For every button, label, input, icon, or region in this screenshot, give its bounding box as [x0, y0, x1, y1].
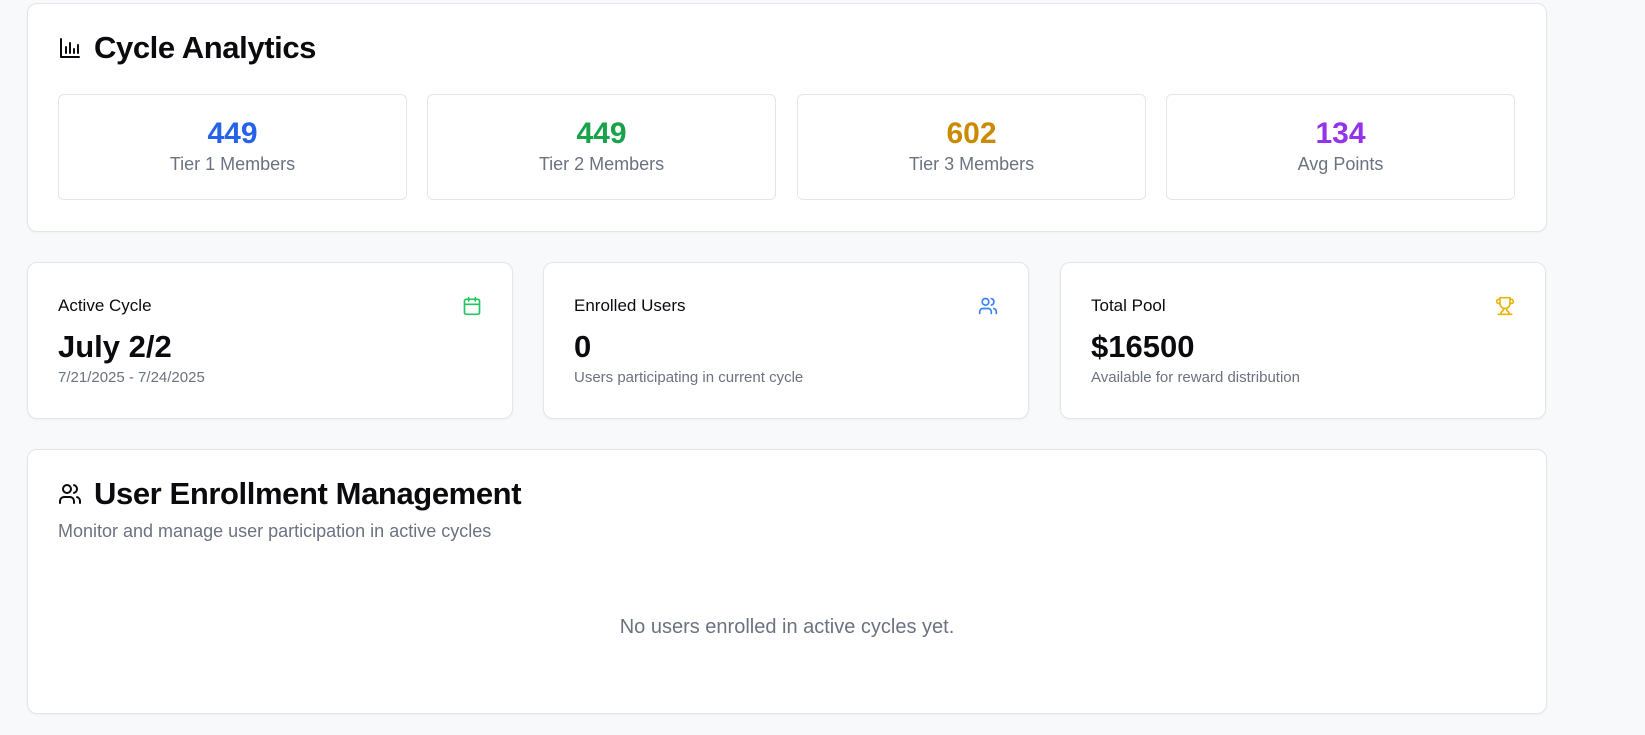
active-cycle-dates: 7/21/2025 - 7/24/2025	[58, 369, 205, 386]
stat-value: 602	[946, 117, 997, 150]
stat-label: Tier 3 Members	[908, 154, 1035, 174]
stat-tier-1-members: 449 Tier 1 Members	[58, 94, 407, 200]
empty-state-message: No users enrolled in active cycles yet.	[619, 616, 955, 638]
calendar-icon	[462, 296, 482, 316]
bar-chart-icon	[58, 36, 82, 60]
cycle-analytics-header: Cycle Analytics	[58, 30, 316, 66]
enrolled-users-card: Enrolled Users 0 Users participating in …	[543, 262, 1029, 419]
user-enrollment-title: User Enrollment Management	[94, 476, 522, 511]
active-cycle-value: July 2/2	[58, 329, 172, 364]
stat-value: 449	[576, 117, 627, 150]
user-enrollment-description: Monitor and manage user participation in…	[58, 521, 492, 541]
enrolled-users-description: Users participating in current cycle	[574, 369, 804, 386]
trophy-icon	[1495, 296, 1515, 316]
stat-label: Avg Points	[1297, 154, 1384, 174]
users-icon	[58, 482, 82, 506]
user-enrollment-card: User Enrollment Management Monitor and m…	[27, 449, 1547, 714]
enrolled-users-label: Enrolled Users	[574, 296, 686, 315]
users-icon	[978, 296, 998, 316]
total-pool-description: Available for reward distribution	[1091, 369, 1300, 386]
stat-tier-2-members: 449 Tier 2 Members	[427, 94, 776, 200]
stat-label: Tier 1 Members	[169, 154, 296, 174]
stat-value: 449	[207, 117, 258, 150]
total-pool-value: $16500	[1091, 329, 1195, 364]
active-cycle-label: Active Cycle	[58, 296, 152, 315]
enrolled-users-value: 0	[574, 329, 592, 364]
active-cycle-card: Active Cycle July 2/2 7/21/2025 - 7/24/2…	[27, 262, 513, 419]
total-pool-label: Total Pool	[1091, 296, 1166, 315]
stat-avg-points: 134 Avg Points	[1166, 94, 1515, 200]
total-pool-card: Total Pool $16500 Available for reward d…	[1060, 262, 1546, 419]
user-enrollment-header: User Enrollment Management	[58, 476, 522, 512]
cycle-analytics-card: Cycle Analytics 449 Tier 1 Members 449 T…	[27, 3, 1547, 232]
stat-value: 134	[1315, 117, 1366, 150]
stat-label: Tier 2 Members	[538, 154, 665, 174]
cycle-analytics-title: Cycle Analytics	[94, 30, 317, 65]
stat-tier-3-members: 602 Tier 3 Members	[797, 94, 1146, 200]
